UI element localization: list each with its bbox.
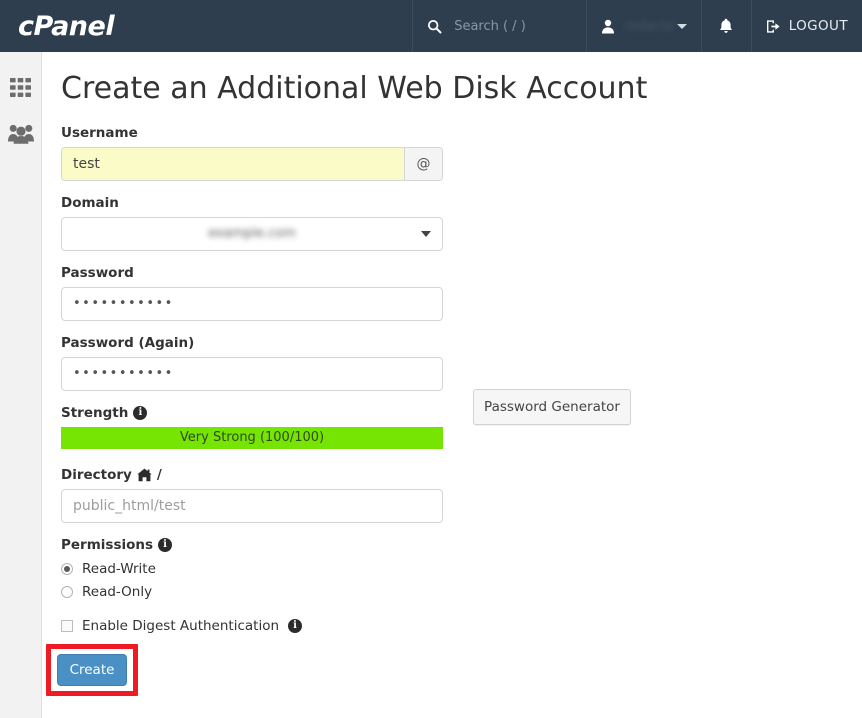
main-content: Create an Additional Web Disk Account Us… bbox=[43, 52, 862, 718]
user-icon bbox=[601, 19, 615, 34]
permission-option-read-only[interactable]: Read-Only bbox=[61, 582, 443, 602]
info-icon[interactable]: i bbox=[288, 619, 302, 633]
notifications-button[interactable] bbox=[701, 0, 751, 52]
password-again-masked-value: ••••••••••• bbox=[73, 358, 174, 390]
bell-icon bbox=[719, 18, 733, 34]
info-icon[interactable]: i bbox=[133, 406, 147, 420]
search-placeholder: Search ( / ) bbox=[454, 19, 526, 34]
strength-group: Strength i Very Strong (100/100) Passwor… bbox=[61, 405, 681, 449]
create-button[interactable]: Create bbox=[57, 654, 127, 686]
cpanel-logo-text: cPanel bbox=[18, 11, 114, 42]
search-box[interactable]: Search ( / ) bbox=[412, 0, 585, 52]
digest-auth-row[interactable]: Enable Digest Authentication i bbox=[61, 616, 862, 636]
digest-auth-label: Enable Digest Authentication bbox=[82, 618, 279, 634]
password-again-group: Password (Again) ••••••••••• bbox=[61, 335, 443, 391]
username-label: redacted bbox=[625, 19, 673, 34]
left-sidebar bbox=[0, 52, 42, 718]
sidebar-item-user-manager[interactable] bbox=[0, 110, 41, 156]
grid-icon bbox=[9, 76, 32, 99]
home-icon bbox=[137, 468, 152, 482]
username-input[interactable] bbox=[61, 147, 405, 181]
radio-read-only[interactable] bbox=[61, 586, 73, 598]
logout-button[interactable]: LOGOUT bbox=[751, 0, 862, 52]
directory-separator: / bbox=[157, 467, 162, 483]
domain-select[interactable]: example.com bbox=[61, 217, 443, 251]
permissions-label-text: Permissions i bbox=[61, 537, 443, 553]
top-header: cPanel Search ( / ) redacted bbox=[0, 0, 862, 52]
page-title: Create an Additional Web Disk Account bbox=[61, 72, 862, 107]
password-again-input[interactable]: ••••••••••• bbox=[61, 357, 443, 391]
password-input[interactable]: ••••••••••• bbox=[61, 287, 443, 321]
users-icon bbox=[8, 123, 34, 144]
password-masked-value: ••••••••••• bbox=[73, 288, 174, 320]
directory-group: Directory / bbox=[61, 467, 443, 523]
directory-input[interactable] bbox=[61, 489, 443, 523]
permission-option-read-write[interactable]: Read-Write bbox=[61, 559, 443, 579]
radio-read-write-label: Read-Write bbox=[82, 561, 156, 577]
logout-icon bbox=[766, 19, 782, 34]
username-label-text: Username bbox=[61, 125, 443, 141]
chevron-down-icon bbox=[421, 231, 431, 237]
cpanel-logo[interactable]: cPanel bbox=[0, 0, 412, 52]
at-symbol-addon: @ bbox=[405, 147, 443, 181]
create-button-wrap: Create bbox=[61, 656, 157, 708]
domain-label-text: Domain bbox=[61, 195, 443, 211]
domain-select-wrap: example.com bbox=[61, 217, 443, 251]
password-again-label-text: Password (Again) bbox=[61, 335, 443, 351]
password-generator-button[interactable]: Password Generator bbox=[473, 389, 631, 425]
password-label-text: Password bbox=[61, 265, 443, 281]
digest-auth-checkbox[interactable] bbox=[61, 620, 73, 632]
username-input-group: @ bbox=[61, 147, 443, 181]
domain-group: Domain example.com bbox=[61, 195, 443, 251]
chevron-down-icon bbox=[677, 24, 687, 29]
user-menu[interactable]: redacted bbox=[586, 0, 701, 52]
search-icon bbox=[427, 19, 442, 34]
password-group: Password ••••••••••• bbox=[61, 265, 443, 321]
domain-selected-value: example.com bbox=[208, 226, 296, 241]
password-strength-bar: Very Strong (100/100) bbox=[61, 427, 443, 449]
sidebar-item-apps-grid[interactable] bbox=[0, 64, 41, 110]
password-strength-text: Very Strong (100/100) bbox=[180, 430, 324, 445]
radio-read-only-label: Read-Only bbox=[82, 584, 152, 600]
permissions-group: Permissions i Read-Write Read-Only bbox=[61, 537, 443, 602]
directory-label-text: Directory / bbox=[61, 467, 443, 483]
username-group: Username @ bbox=[61, 125, 443, 181]
info-icon[interactable]: i bbox=[158, 538, 172, 552]
radio-read-write[interactable] bbox=[61, 563, 73, 575]
logout-label: LOGOUT bbox=[789, 18, 848, 34]
